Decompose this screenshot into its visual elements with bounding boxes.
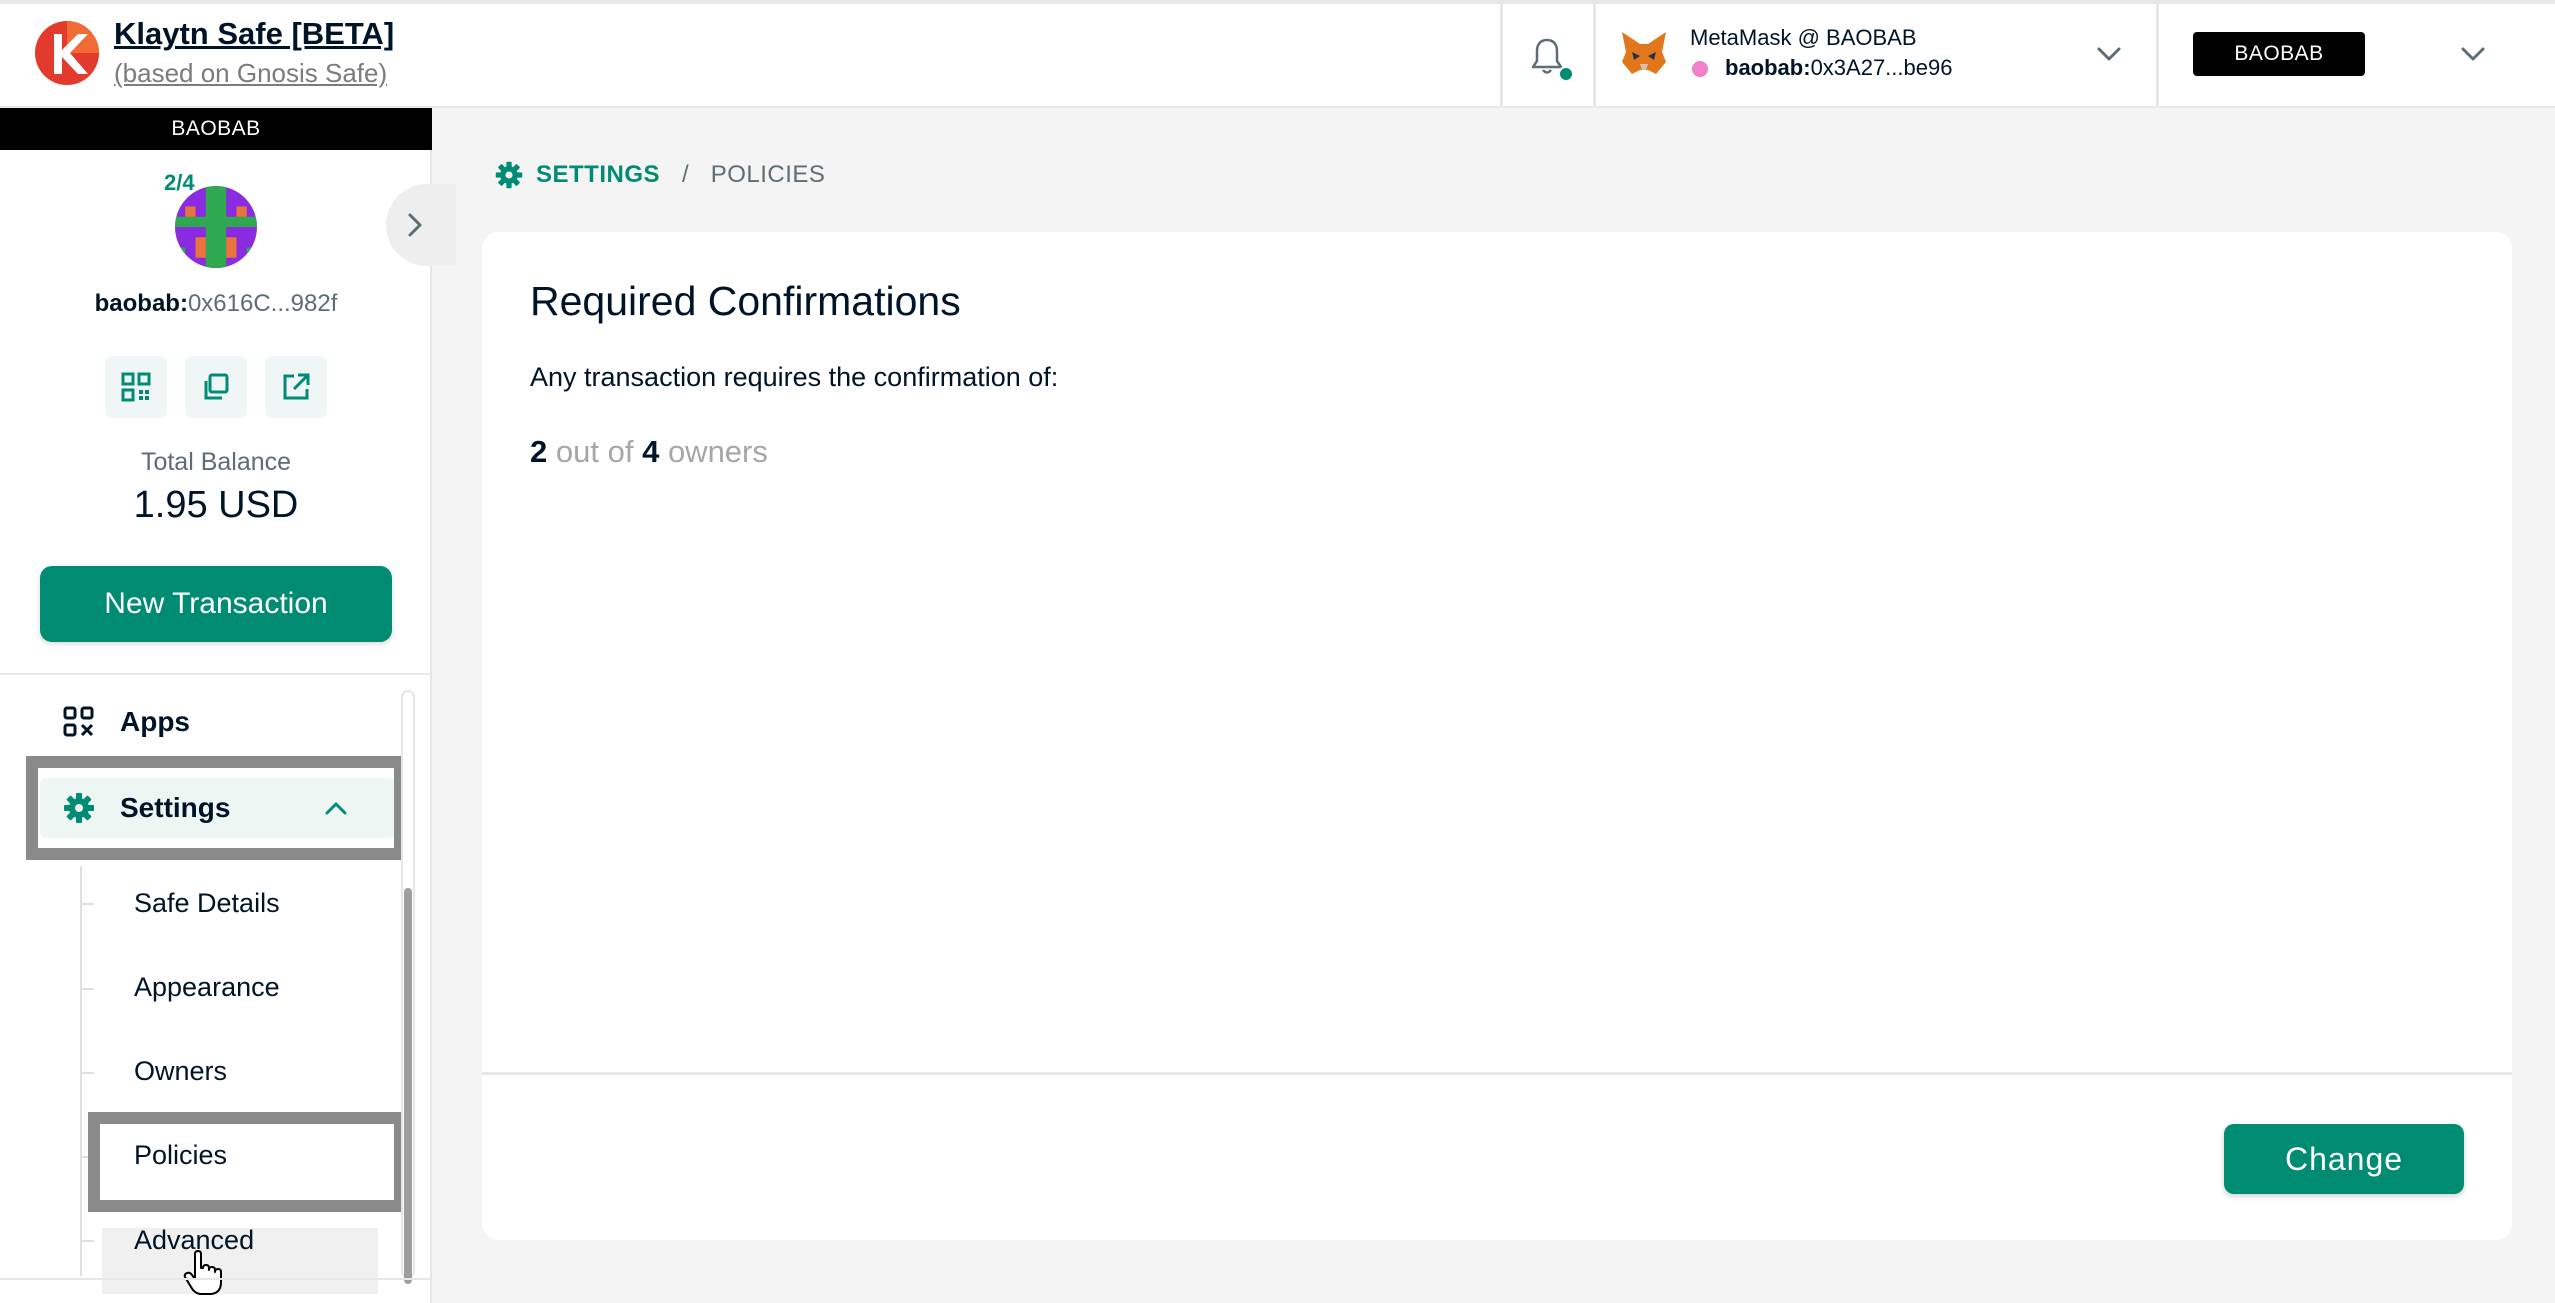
sidebar-item-apps[interactable]: Apps: [40, 692, 396, 752]
notification-dot: [1558, 66, 1574, 82]
header-top-border: [0, 0, 2555, 4]
submenu-tick: [80, 988, 94, 990]
copy-icon: [204, 373, 229, 400]
submenu-tick: [80, 1240, 94, 1242]
confirmation-description: Any transaction requires the confirmatio…: [530, 362, 1059, 392]
header-divider: [1593, 0, 1596, 108]
apps-icon: [63, 706, 94, 737]
top-bar: Klaytn Safe [BETA] (based on Gnosis Safe…: [0, 0, 2555, 108]
policies-card: Required Confirmations Any transaction r…: [482, 232, 2512, 1240]
collapse-sidebar-button[interactable]: [386, 184, 456, 266]
threshold-badge: 2/4: [164, 170, 195, 195]
sidebar-subitem-owners[interactable]: Owners: [134, 1056, 227, 1087]
safe-address-value: 0x616C...982f: [187, 290, 338, 317]
gear-icon: [64, 793, 94, 823]
submenu-tick: [80, 1072, 94, 1074]
metamask-fox-icon: [1622, 32, 1666, 74]
wallet-identicon: [1692, 61, 1708, 77]
submenu-guide-line: [80, 866, 82, 1276]
breadcrumb-current: POLICIES: [710, 161, 826, 188]
qr-code-button[interactable]: [105, 356, 167, 418]
sidebar-item-label: Settings: [120, 792, 231, 823]
total-balance-label: Total Balance: [140, 448, 292, 476]
breadcrumb: SETTINGS / POLICIES: [494, 160, 825, 190]
change-threshold-button[interactable]: Change: [2224, 1124, 2464, 1194]
chevron-down-icon[interactable]: [2460, 46, 2486, 62]
page-title: Required Confirmations: [530, 278, 961, 324]
total-owners-count: 4: [642, 434, 660, 469]
safe-avatar: [175, 186, 257, 268]
gear-icon: [495, 161, 523, 189]
wallet-name: MetaMask @ BAOBAB: [1690, 25, 1917, 50]
wallet-address: baobab:0x3A27...be96: [1725, 55, 1952, 81]
sidebar-item-label: Apps: [120, 706, 190, 737]
sidebar-item-settings[interactable]: Settings: [40, 778, 396, 838]
open-explorer-button[interactable]: [265, 356, 327, 418]
chevron-up-icon: [325, 802, 347, 815]
card-divider: [482, 1072, 2512, 1075]
wallet-address-value: 0x3A27...be96: [1810, 55, 1953, 80]
new-transaction-button[interactable]: New Transaction: [40, 566, 392, 642]
safe-address-prefix: baobab:: [94, 290, 188, 317]
sidebar-subitem-safe-details[interactable]: Safe Details: [134, 888, 280, 919]
submenu-tick: [80, 903, 94, 905]
sidebar-network-bar: BAOBAB: [0, 108, 432, 150]
copy-address-button[interactable]: [185, 356, 247, 418]
sidebar-subitem-appearance[interactable]: Appearance: [134, 972, 280, 1003]
qr-code-icon: [121, 372, 151, 402]
submenu-tick: [80, 1156, 94, 1158]
sidebar-divider: [0, 673, 432, 675]
hand-cursor-icon: [183, 1250, 222, 1295]
header-divider: [1500, 0, 1503, 108]
sidebar-bottom-divider: [0, 1278, 432, 1280]
required-confirmations-count: 2: [530, 434, 548, 469]
network-badge[interactable]: BAOBAB: [2193, 32, 2365, 76]
klaytn-logo-icon[interactable]: [34, 20, 100, 86]
breadcrumb-settings-link[interactable]: SETTINGS: [536, 161, 660, 189]
sidebar-scrollbar-thumb[interactable]: [404, 888, 412, 1284]
header-divider: [2156, 0, 2159, 108]
total-balance-value: 1.95 USD: [133, 484, 299, 526]
based-on-gnosis-link[interactable]: (based on Gnosis Safe): [114, 58, 387, 89]
wallet-address-prefix: baobab:: [1725, 55, 1811, 80]
out-of-text: out of: [555, 434, 634, 469]
sidebar-subitem-policies[interactable]: Policies: [134, 1140, 227, 1171]
external-link-icon: [283, 373, 310, 400]
threshold-ratio: 2 out of 4 owners: [530, 434, 768, 470]
app-title-link[interactable]: Klaytn Safe [BETA]: [114, 16, 394, 52]
chevron-down-icon[interactable]: [2096, 46, 2122, 62]
chevron-right-icon: [408, 213, 422, 237]
safe-address: baobab:0x616C...982f: [0, 290, 432, 318]
owners-text: owners: [667, 434, 768, 469]
sidebar: BAOBAB 2/4 baobab:0x616C...982f Total Ba…: [0, 108, 456, 1303]
breadcrumb-separator: /: [682, 161, 689, 188]
